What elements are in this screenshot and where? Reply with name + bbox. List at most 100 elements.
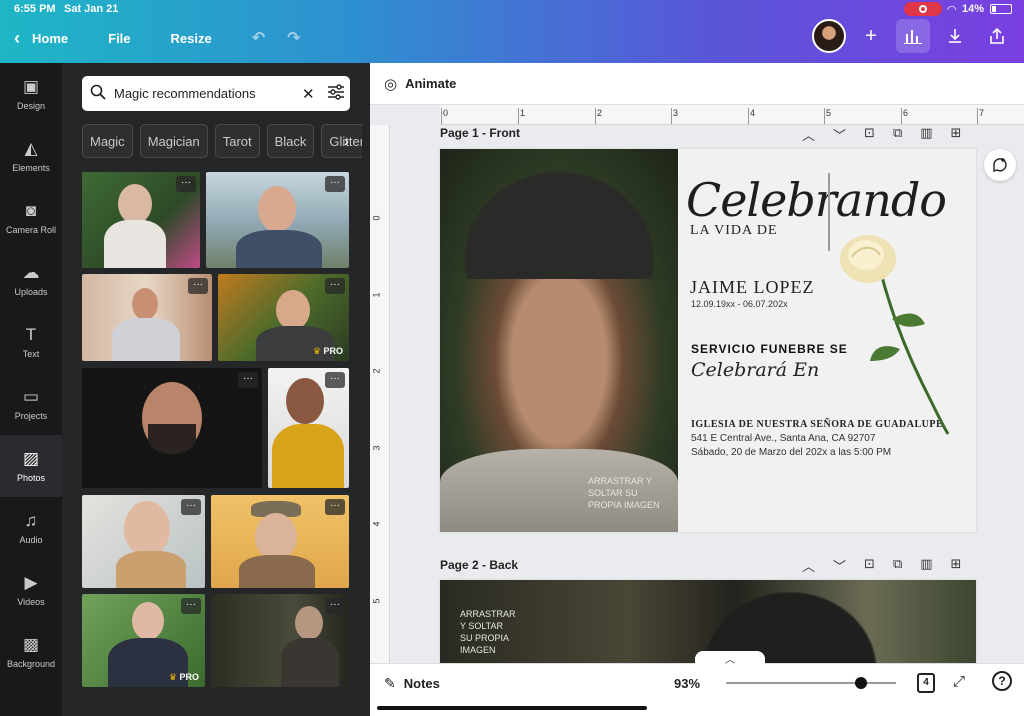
rail-item-audio[interactable]: ♫ Audio: [0, 497, 62, 559]
search-input[interactable]: [114, 86, 290, 101]
photo-thumbnail[interactable]: ···: [211, 495, 349, 588]
editor-canvas: ◎ Animate 0 1 2 3 4 5 6 7 0 1 2 3 4 5 Pa…: [370, 63, 1024, 663]
more-options-icon[interactable]: ···: [238, 372, 258, 388]
service-subheading[interactable]: Celebrará En: [691, 359, 819, 381]
rail-item-elements[interactable]: ◭ Elements: [0, 125, 62, 187]
photo-thumbnail[interactable]: ···: [82, 274, 212, 361]
animate-button[interactable]: Animate: [405, 76, 456, 91]
portrait-photo[interactable]: ARRASTRAR Y SOLTAR SU PROPIA IMAGEN: [440, 149, 678, 532]
battery-icon: [990, 4, 1012, 14]
avatar[interactable]: [812, 19, 846, 53]
rail-item-design[interactable]: ▣ Design: [0, 63, 62, 125]
service-heading[interactable]: SERVICIO FUNEBRE SE: [691, 342, 848, 356]
back-chevron-icon[interactable]: ‹: [14, 29, 20, 47]
trash-icon[interactable]: ▥: [920, 556, 932, 575]
chip-magic[interactable]: Magic: [82, 124, 133, 158]
rail-item-background[interactable]: ▩ Background: [0, 621, 62, 683]
page-front[interactable]: ARRASTRAR Y SOLTAR SU PROPIA IMAGEN Cele…: [440, 149, 976, 532]
rose-graphic[interactable]: [830, 229, 960, 439]
more-options-icon[interactable]: ···: [325, 372, 345, 388]
rail-item-text[interactable]: T Text: [0, 311, 62, 373]
vertical-ruler: 0 1 2 3 4 5: [370, 125, 390, 663]
photo-thumbnail[interactable]: ··· ♛ PRO: [218, 274, 349, 361]
move-page-up-icon[interactable]: ︿: [802, 556, 815, 575]
top-bar: 6:55 PM Sat Jan 21 ◠ 14% ‹ Home File Res…: [0, 0, 1024, 63]
notes-pencil-icon: ✎: [384, 675, 396, 691]
life-dates[interactable]: 12.09.19xx - 06.07.202x: [691, 299, 788, 309]
service-datetime[interactable]: Sábado, 20 de Marzo del 202x a las 5:00 …: [691, 447, 891, 458]
chip-tarot[interactable]: Tarot: [214, 124, 260, 158]
main-nav: ‹ Home File Resize ↶ ↷: [14, 26, 323, 50]
screen-record-icon: [903, 2, 942, 16]
rail-item-camera-roll[interactable]: ◙ Camera Roll: [0, 187, 62, 249]
resize-button[interactable]: Resize: [171, 31, 212, 46]
notes-button[interactable]: ✎ Notes: [384, 675, 440, 692]
more-options-icon[interactable]: ···: [325, 278, 345, 294]
add-page-icon[interactable]: ⊞: [951, 125, 962, 144]
undo-icon[interactable]: ↶: [252, 28, 265, 48]
trash-icon[interactable]: ▥: [920, 125, 932, 144]
more-options-icon[interactable]: ···: [325, 176, 345, 192]
more-options-icon[interactable]: ···: [325, 598, 345, 614]
photo-thumbnail[interactable]: ···: [82, 495, 205, 588]
rail-item-photos[interactable]: ▨ Photos: [0, 435, 62, 497]
lock-icon[interactable]: ⊡: [864, 556, 875, 575]
move-page-up-icon[interactable]: ︿: [802, 125, 815, 144]
drag-drop-hint: ARRASTRAR Y SOLTAR SU PROPIA IMAGEN: [460, 609, 516, 655]
file-menu[interactable]: File: [108, 31, 130, 46]
download-icon[interactable]: [938, 19, 972, 53]
help-icon[interactable]: ?: [992, 671, 1012, 691]
headline-celebrando[interactable]: Celebrando: [686, 173, 947, 227]
more-options-icon[interactable]: ···: [176, 176, 196, 192]
duplicate-icon[interactable]: ⧉: [893, 556, 902, 575]
home-button[interactable]: Home: [32, 31, 68, 46]
folder-icon: ▭: [22, 387, 40, 406]
more-options-icon[interactable]: ···: [181, 499, 201, 515]
deceased-name[interactable]: JAIME LOPEZ: [690, 277, 815, 298]
filter-icon[interactable]: [327, 84, 345, 103]
more-options-icon[interactable]: ···: [188, 278, 208, 294]
rail-item-videos[interactable]: ▶ Videos: [0, 559, 62, 621]
chip-glitter[interactable]: Glitter: [321, 124, 362, 158]
photo-thumbnail[interactable]: ···: [82, 368, 262, 488]
fullscreen-icon[interactable]: ⤢: [953, 673, 965, 690]
insights-chart-icon[interactable]: [896, 19, 930, 53]
duplicate-icon[interactable]: ⧉: [893, 125, 902, 144]
lock-icon[interactable]: ⊡: [864, 125, 875, 144]
rail-item-uploads[interactable]: ☁ Uploads: [0, 249, 62, 311]
add-page-icon[interactable]: ⊞: [951, 556, 962, 575]
chip-black[interactable]: Black: [266, 124, 315, 158]
video-icon: ▶: [24, 573, 38, 592]
more-options-icon[interactable]: ···: [325, 499, 345, 515]
chip-magician[interactable]: Magician: [139, 124, 208, 158]
subheadline[interactable]: LA VIDA DE: [690, 223, 778, 239]
photo-thumbnail[interactable]: ···: [211, 594, 349, 687]
photo-thumbnail[interactable]: ···: [268, 368, 349, 488]
add-collaborator-button[interactable]: +: [854, 19, 888, 53]
chevron-up-icon[interactable]: ︿: [695, 651, 765, 666]
pattern-icon: ▩: [22, 635, 40, 654]
share-icon[interactable]: [980, 19, 1014, 53]
move-page-down-icon[interactable]: ﹀: [833, 125, 846, 144]
zoom-level[interactable]: 93%: [674, 676, 700, 691]
page-count-button[interactable]: 4: [917, 673, 935, 693]
chips-next-chevron-icon[interactable]: ›: [344, 133, 349, 150]
top-actions: +: [812, 19, 1014, 53]
photo-thumbnail[interactable]: ···: [82, 172, 200, 268]
add-comment-icon[interactable]: [984, 149, 1016, 181]
horizontal-ruler: 0 1 2 3 4 5 6 7: [440, 105, 1024, 125]
page-label-back: Page 2 - Back: [440, 558, 519, 572]
more-options-icon[interactable]: ···: [181, 598, 201, 614]
move-page-down-icon[interactable]: ﹀: [833, 556, 846, 575]
zoom-slider[interactable]: [726, 677, 896, 689]
redo-icon[interactable]: ↷: [287, 28, 300, 48]
crown-icon: ♛: [312, 346, 321, 356]
clear-search-icon[interactable]: ✕: [302, 85, 315, 103]
zoom-slider-handle[interactable]: [855, 677, 868, 689]
rail-item-projects[interactable]: ▭ Projects: [0, 373, 62, 435]
cloud-upload-icon: ☁: [22, 263, 40, 282]
photo-thumbnail[interactable]: ··· ♛ PRO: [82, 594, 205, 687]
photo-thumbnail[interactable]: ···: [206, 172, 349, 268]
battery-percent: 14%: [961, 3, 984, 15]
left-rail: ▣ Design ◭ Elements ◙ Camera Roll ☁ Uploads …: [0, 63, 62, 716]
